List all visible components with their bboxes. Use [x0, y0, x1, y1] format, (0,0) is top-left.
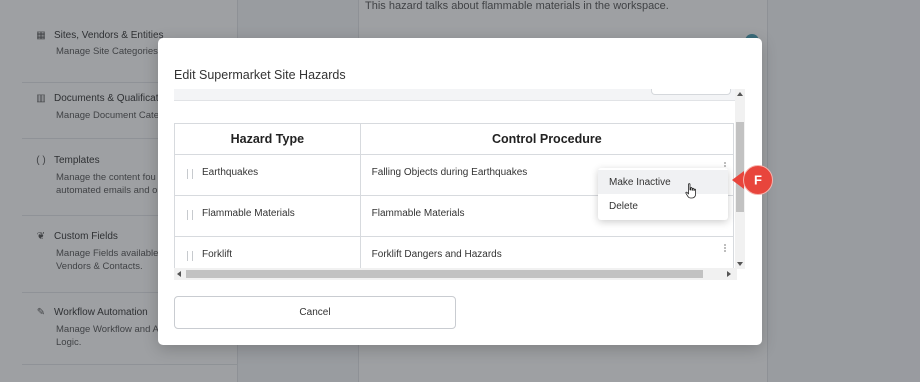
- control-procedure-cell: Falling Objects during Earthquakes: [371, 167, 528, 178]
- scroll-down-arrow-icon[interactable]: [737, 262, 743, 266]
- table-header: Hazard Type Control Procedure: [175, 124, 733, 155]
- hazard-type-cell: Earthquakes: [202, 167, 259, 178]
- drag-handle-icon[interactable]: [187, 210, 193, 220]
- scroll-left-arrow-icon[interactable]: [177, 271, 181, 277]
- column-header-control-procedure[interactable]: Control Procedure: [361, 124, 733, 154]
- row-actions-kebab-icon[interactable]: [722, 243, 728, 253]
- annotation-marker: F: [732, 165, 773, 195]
- toolbar-strip: [174, 89, 737, 101]
- scroll-up-arrow-icon[interactable]: [737, 92, 743, 96]
- toolbar-button[interactable]: [651, 89, 731, 95]
- marker-pointer: [732, 171, 744, 189]
- column-header-hazard-type[interactable]: Hazard Type: [175, 124, 361, 154]
- menu-item-delete[interactable]: Delete: [598, 194, 728, 218]
- horizontal-scroll-thumb[interactable]: [186, 270, 703, 278]
- modal-title: Edit Supermarket Site Hazards: [174, 68, 346, 82]
- hazard-type-cell: Flammable Materials: [202, 208, 295, 219]
- hazard-type-cell: Forklift: [202, 249, 232, 260]
- hand-cursor-icon: [685, 183, 696, 199]
- drag-handle-icon[interactable]: [187, 251, 193, 261]
- row-actions-menu: Make Inactive Delete: [598, 168, 728, 220]
- control-procedure-cell: Forklift Dangers and Hazards: [371, 249, 502, 260]
- cancel-button[interactable]: Cancel: [174, 296, 456, 329]
- control-procedure-cell: Flammable Materials: [371, 208, 465, 219]
- marker-label: F: [754, 173, 762, 188]
- scroll-right-arrow-icon[interactable]: [727, 271, 731, 277]
- horizontal-scrollbar[interactable]: [174, 268, 737, 280]
- menu-item-make-inactive[interactable]: Make Inactive: [598, 170, 728, 194]
- drag-handle-icon[interactable]: [187, 169, 193, 179]
